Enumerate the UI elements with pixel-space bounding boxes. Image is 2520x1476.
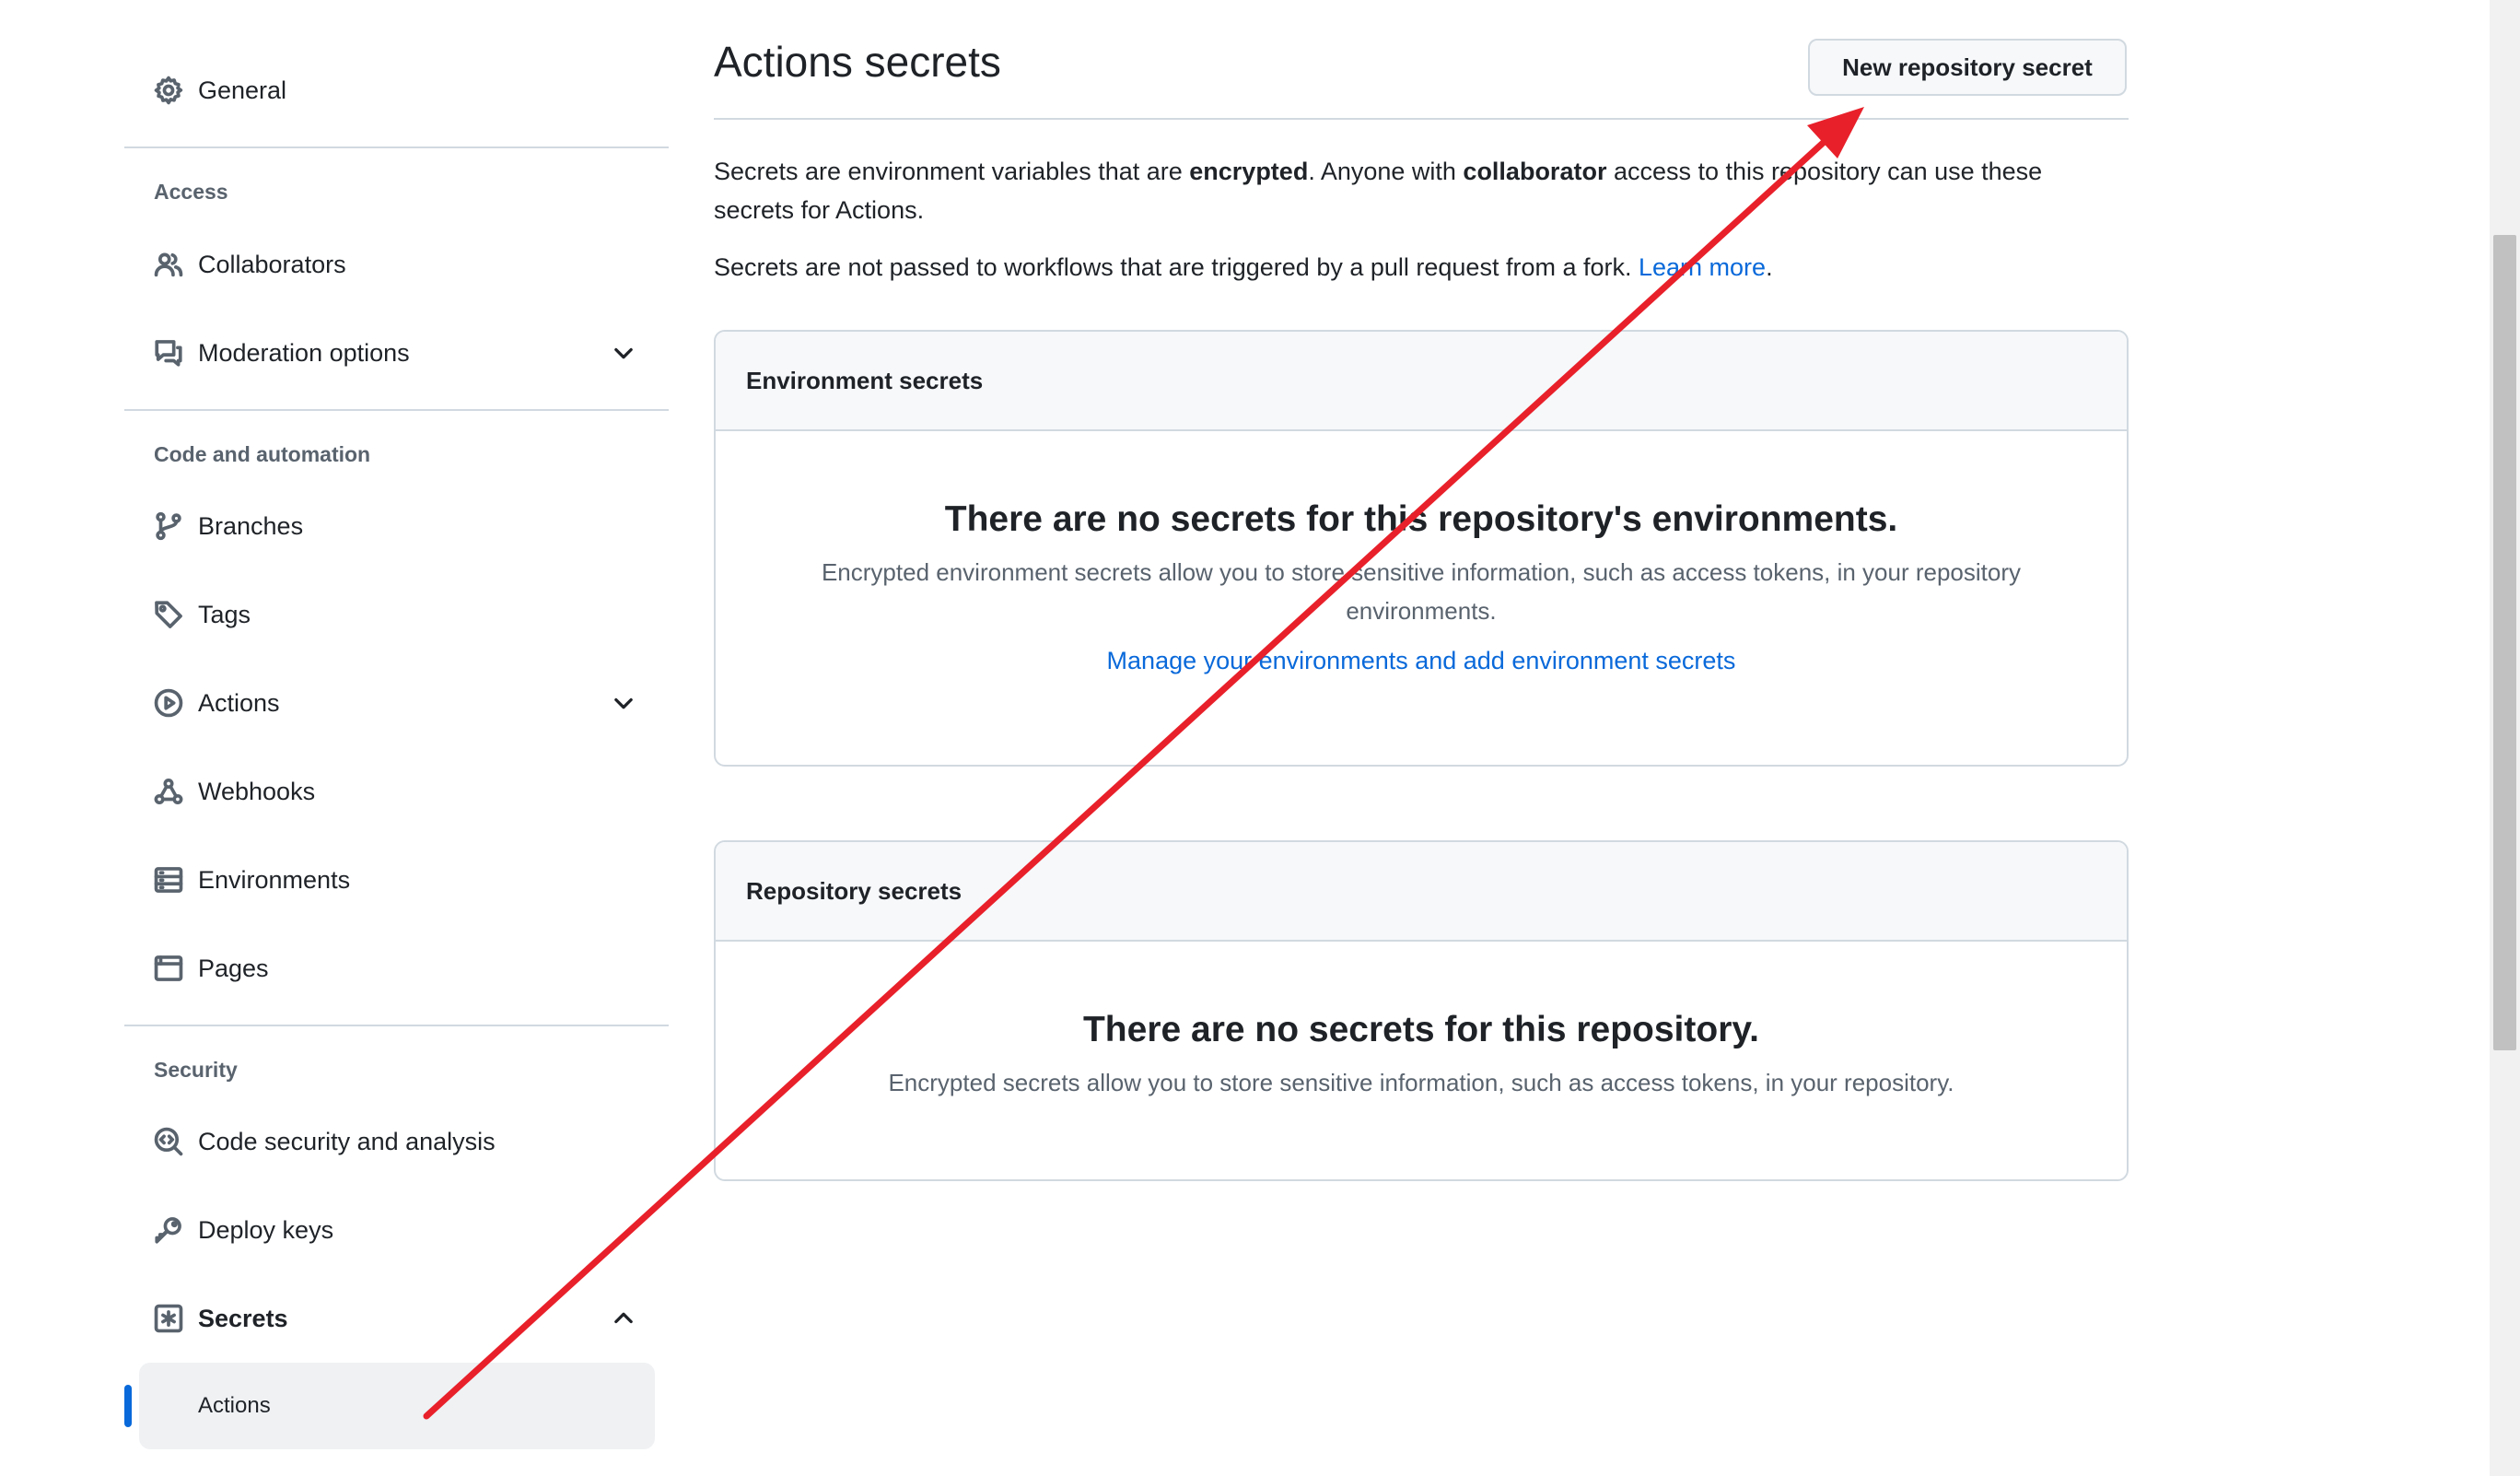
section-header-access: Access	[154, 180, 228, 204]
sidebar-item-label: Secrets	[198, 1304, 288, 1332]
webhook-icon	[152, 775, 185, 808]
server-icon	[152, 863, 185, 896]
manage-environments-link[interactable]: Manage your environments and add environ…	[1107, 647, 1736, 675]
annotation-arrow-head	[1807, 107, 1864, 158]
intro-text: . Anyone with	[1308, 158, 1464, 185]
sidebar-item-label: Actions	[198, 688, 280, 717]
section-header-security: Security	[154, 1058, 238, 1082]
key-icon	[152, 1213, 185, 1247]
key-asterisk-icon	[152, 1302, 185, 1335]
sidebar-item-label: Tags	[198, 600, 251, 628]
environment-secrets-blankslate: There are no secrets for this repository…	[716, 499, 2127, 675]
sidebar-item-collaborators[interactable]: Collaborators	[124, 228, 669, 301]
blankslate-description: Encrypted environment secrets allow you …	[821, 558, 2022, 625]
intro-emphasis-encrypted: encrypted	[1189, 158, 1309, 185]
new-repository-secret-button[interactable]: New repository secret	[1808, 39, 2127, 96]
sidebar-item-moderation-options[interactable]: Moderation options	[124, 316, 669, 390]
sidebar-item-environments[interactable]: Environments	[124, 843, 669, 917]
sidebar-item-webhooks[interactable]: Webhooks	[124, 755, 669, 828]
sidebar-item-label: Pages	[198, 954, 269, 982]
gear-icon	[152, 74, 185, 107]
chevron-down-icon[interactable]	[611, 690, 636, 716]
sidebar-divider	[124, 146, 669, 148]
play-circle-icon	[152, 686, 185, 720]
intro-text: Secrets are environment variables that a…	[714, 158, 1190, 185]
page-title: Actions secrets	[714, 38, 1001, 86]
sidebar-divider	[124, 1025, 669, 1026]
sidebar-item-deploy-keys[interactable]: Deploy keys	[124, 1193, 669, 1267]
sidebar-item-label: Branches	[198, 511, 304, 540]
intro-paragraph: Secrets are environment variables that a…	[714, 152, 2129, 229]
blankslate-title: There are no secrets for this repository…	[944, 499, 1898, 539]
repository-secrets-header: Repository secrets	[716, 842, 2127, 942]
active-item-indicator	[124, 1385, 132, 1427]
sidebar-item-general[interactable]: General	[124, 53, 669, 127]
sidebar-item-code-security[interactable]: Code security and analysis	[124, 1105, 669, 1178]
git-branch-icon	[152, 510, 185, 543]
environment-secrets-box: Environment secrets There are no secrets…	[714, 330, 2129, 767]
sidebar-item-secrets[interactable]: Secrets	[124, 1282, 669, 1355]
chevron-up-icon[interactable]	[611, 1306, 636, 1331]
chevron-down-icon[interactable]	[611, 340, 636, 366]
blankslate-title: There are no secrets for this repository…	[1082, 1010, 1759, 1049]
browser-icon	[152, 952, 185, 985]
comment-discussion-icon	[152, 336, 185, 369]
sidebar-divider	[124, 409, 669, 411]
sidebar-item-label: General	[198, 76, 287, 104]
sidebar-item-label: Code security and analysis	[198, 1127, 496, 1155]
sidebar-item-tags[interactable]: Tags	[124, 578, 669, 651]
fork-note-end: .	[1766, 253, 1773, 281]
sidebar-item-label: Environments	[198, 865, 351, 894]
sidebar-item-label: Deploy keys	[198, 1215, 334, 1244]
blankslate-description: Encrypted secrets allow you to store sen…	[888, 1069, 1954, 1096]
environment-secrets-header: Environment secrets	[716, 332, 2127, 431]
sidebar-item-pages[interactable]: Pages	[124, 931, 669, 1005]
sidebar-subitem-secrets-actions[interactable]: Actions	[139, 1363, 655, 1449]
repository-secrets-box: Repository secrets There are no secrets …	[714, 840, 2129, 1181]
sidebar-item-branches[interactable]: Branches	[124, 489, 669, 563]
scrollbar-thumb[interactable]	[2493, 235, 2516, 1050]
sidebar-item-label: Moderation options	[198, 338, 410, 367]
intro-emphasis-collaborator: collaborator	[1463, 158, 1607, 185]
section-header-code-automation: Code and automation	[154, 442, 371, 466]
sidebar-item-label: Collaborators	[198, 250, 346, 278]
sidebar-item-label: Actions	[198, 1393, 271, 1418]
repository-secrets-blankslate: There are no secrets for this repository…	[716, 1010, 2127, 1102]
title-divider	[714, 118, 2129, 120]
codescan-icon	[152, 1125, 185, 1158]
people-icon	[152, 248, 185, 281]
fork-note-paragraph: Secrets are not passed to workflows that…	[714, 248, 2129, 287]
sidebar-item-actions[interactable]: Actions	[124, 666, 669, 740]
tag-icon	[152, 598, 185, 631]
sidebar-item-label: Webhooks	[198, 777, 316, 805]
learn-more-link[interactable]: Learn more	[1639, 253, 1766, 281]
fork-note-text: Secrets are not passed to workflows that…	[714, 253, 1639, 281]
